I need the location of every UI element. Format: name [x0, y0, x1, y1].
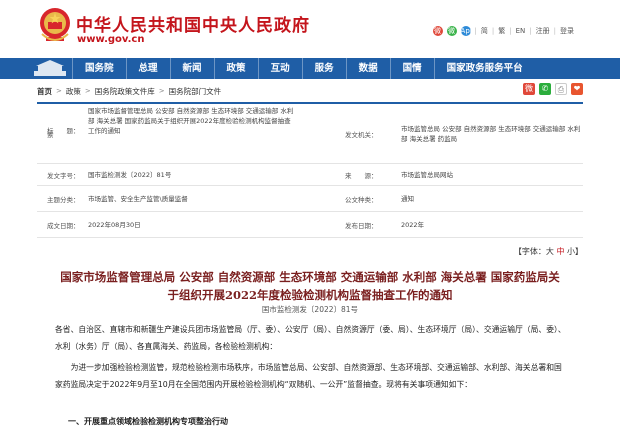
kind-label: 公文种类： [345, 195, 378, 204]
title-value: 国家市场监督管理总局 公安部 自然资源部 生态环境部 交通运输部 水利部 海关总… [88, 107, 294, 135]
info-row-docno: 发文字号： 国市监检测发〔2022〕81号 来 源： 市场监管总局网站 [37, 164, 583, 186]
nav-item-state-council[interactable]: 国务院 [72, 58, 126, 79]
nav-item-gov-service-platform[interactable]: 国家政务服务平台 [433, 58, 535, 79]
info-row-topic: 主题分类： 市场监管、安全生产监管\质量监督 公文种类： 通知 [37, 186, 583, 212]
article-salutation: 各省、自治区、直辖市和新疆生产建设兵团市场监管局（厅、委）、公安厅（局）、自然资… [55, 325, 566, 351]
site-title[interactable]: 中华人民共和国中央人民政府 [76, 11, 310, 36]
nav-item-premier[interactable]: 总理 [125, 58, 170, 79]
breadcrumb: 首页 > 政策 > 国务院政策文件库 > 国务院部门文件 [37, 82, 583, 100]
site-url: www.gov.cn [77, 34, 145, 45]
top-links: 微 微 App | 简 | 繁 | EN | 注册 | 登录 [432, 26, 574, 36]
docno-label: 发文字号： [47, 171, 80, 180]
source-value: 市场监管总局网站 [401, 170, 453, 179]
font-bar-prefix: 【字体： [513, 247, 546, 256]
info-title-block: 标 题： 国家市场监督管理总局 公安部 自然资源部 生态环境部 交通运输部 水利… [47, 106, 297, 136]
font-bar-suffix: 】 [575, 247, 583, 256]
nav-item-national-info[interactable]: 国情 [389, 58, 434, 79]
nav-item-interaction[interactable]: 互动 [257, 58, 302, 79]
login-link[interactable]: 登录 [560, 26, 574, 36]
article-section-heading: 一、开展重点领域检验检测机构专项整治行动 [68, 417, 228, 426]
nav-item-policy[interactable]: 政策 [213, 58, 258, 79]
font-small-button[interactable]: 小 [567, 247, 575, 256]
topic-label: 主题分类： [47, 195, 80, 204]
breadcrumb-home[interactable]: 首页 [37, 86, 52, 97]
breadcrumb-policy-library[interactable]: 国务院政策文件库 [95, 86, 155, 97]
register-link[interactable]: 注册 [536, 26, 550, 36]
lang-english-link[interactable]: EN [516, 27, 526, 35]
lang-traditional-link[interactable]: 繁 [498, 26, 505, 36]
chevron-right-icon: > [56, 87, 62, 95]
weibo-icon[interactable]: 微 [432, 26, 443, 36]
topic-value: 市场监管、安全生产监管\质量监督 [88, 194, 188, 203]
chevron-right-icon: > [158, 87, 165, 95]
docno-value: 国市监检测发〔2022〕81号 [88, 170, 172, 179]
date-label: 成文日期： [47, 221, 80, 230]
nav-item-data[interactable]: 数据 [345, 58, 390, 79]
weibo-share-icon[interactable]: 微 [523, 83, 535, 95]
font-medium-button[interactable]: 中 [556, 247, 564, 256]
pub-value: 2022年 [401, 220, 425, 229]
share-bar: 微 ✆ ⎙ ❤ [523, 82, 583, 96]
wechat-share-icon[interactable]: ✆ [539, 83, 551, 95]
wechat-icon[interactable]: 微 [446, 26, 457, 36]
favorite-icon[interactable]: ❤ [571, 83, 583, 95]
chevron-right-icon: > [84, 87, 91, 95]
nav-item-services[interactable]: 服务 [301, 58, 346, 79]
article-intro-paragraph: 为进一步加强检验检测监管，规范检验检测市场秩序，市场监管总局、公安部、自然资源部… [55, 363, 562, 389]
date-value: 2022年08月30日 [88, 220, 141, 229]
issuer-value: 市场监管总局 公安部 自然资源部 生态环境部 交通运输部 水利部 海关总署 药监… [401, 124, 581, 143]
info-row-date: 成文日期： 2022年08月30日 发布日期： 2022年 [37, 212, 583, 238]
font-large-button[interactable]: 大 [546, 247, 554, 256]
pub-label: 发布日期： [345, 221, 378, 230]
nav-item-news[interactable]: 新闻 [169, 58, 214, 79]
title-label: 标 题： [47, 127, 80, 135]
font-size-switcher: 【字体：大 中 小】 [514, 246, 583, 257]
kind-value: 通知 [401, 194, 414, 203]
breadcrumb-department-docs[interactable]: 国务院部门文件 [169, 86, 222, 97]
main-nav: 国务院 总理 新闻 政策 互动 服务 数据 国情 国家政务服务平台 [0, 58, 620, 79]
article-doc-number: 国市监检测发〔2022〕81号 [261, 305, 359, 314]
lang-simplified-link[interactable]: 简 [481, 26, 488, 36]
breadcrumb-policy[interactable]: 政策 [66, 86, 81, 97]
app-icon[interactable]: App [460, 26, 474, 36]
national-emblem-icon[interactable] [38, 6, 72, 50]
issuer-label: 发文机关： [345, 130, 378, 139]
site-header: 中华人民共和国中央人民政府 www.gov.cn 微 微 App | 简 | 繁… [0, 0, 620, 58]
article-title: 国家市场监督管理总局 公安部 自然资源部 生态环境部 交通运输部 水利部 海关总… [60, 270, 560, 302]
source-label: 来 源： [345, 171, 378, 180]
nav-home-icon[interactable] [28, 58, 72, 79]
print-icon[interactable]: ⎙ [555, 83, 567, 95]
